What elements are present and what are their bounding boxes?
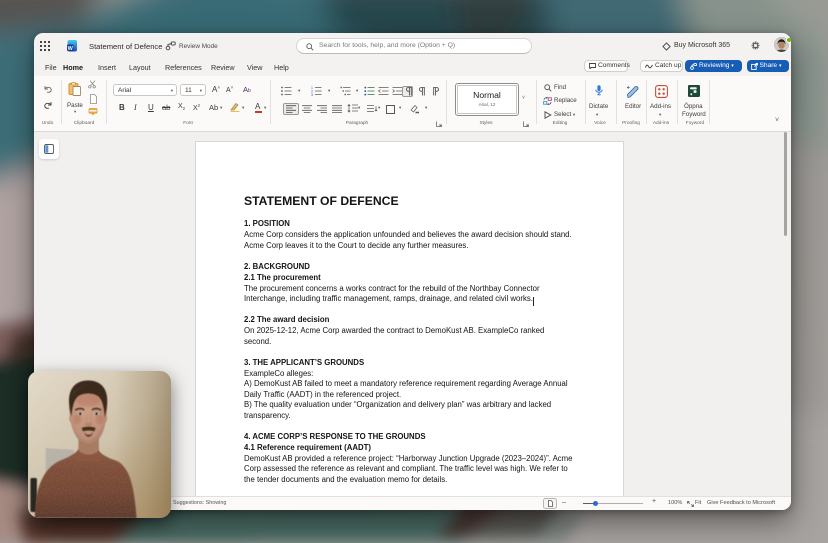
- svg-text:W: W: [68, 46, 74, 52]
- svg-text:3: 3: [311, 93, 313, 96]
